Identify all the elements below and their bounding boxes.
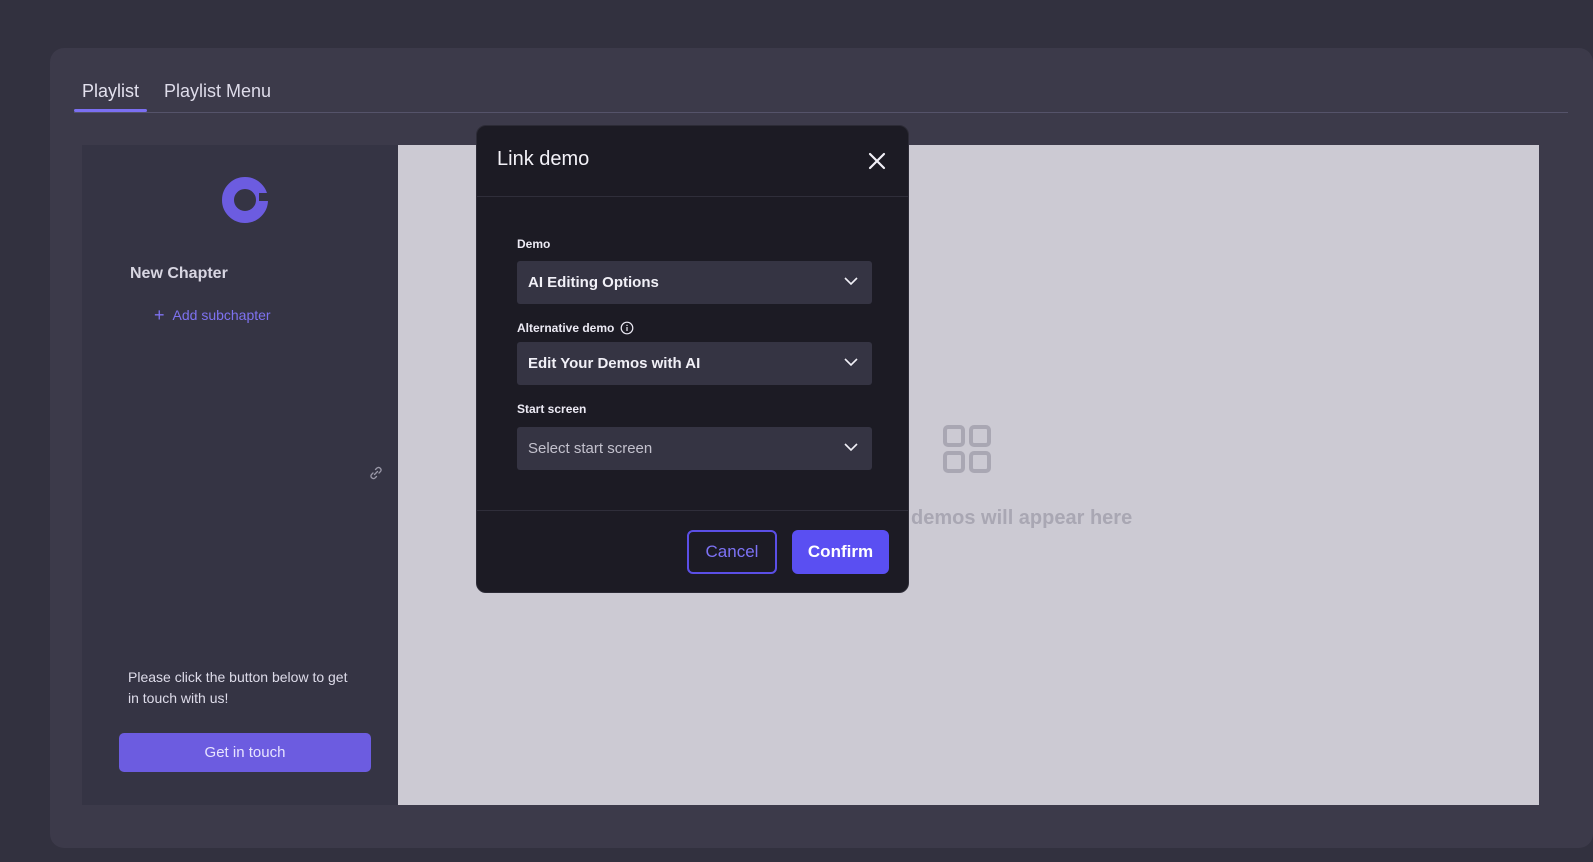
chevron-down-icon	[844, 358, 858, 367]
alt-demo-select-value: Edit Your Demos with AI	[528, 355, 701, 372]
start-screen-label-text: Start screen	[517, 402, 587, 416]
start-screen-label: Start screen	[517, 402, 586, 416]
alt-demo-label-text: Alternative demo	[517, 321, 615, 335]
tab-playlist-menu[interactable]: Playlist Menu	[164, 78, 271, 111]
plus-icon: +	[154, 305, 165, 325]
alt-demo-label: Alternative demo	[517, 321, 634, 335]
add-subchapter-label: Add subchapter	[172, 307, 271, 323]
get-in-touch-button[interactable]: Get in touch	[119, 733, 371, 772]
start-screen-placeholder: Select start screen	[528, 440, 653, 457]
add-subchapter-button[interactable]: + Add subchapter	[154, 305, 271, 325]
cancel-button[interactable]: Cancel	[687, 530, 777, 574]
help-text: Please click the button below to get in …	[128, 669, 348, 706]
ring-logo-icon	[222, 177, 269, 223]
modal-title: Link demo	[497, 148, 590, 170]
demo-label-text: Demo	[517, 237, 551, 251]
chevron-down-icon	[844, 443, 858, 452]
confirm-button[interactable]: Confirm	[792, 530, 889, 574]
info-icon[interactable]	[620, 321, 634, 335]
link-icon[interactable]	[368, 465, 384, 481]
demo-select[interactable]: AI Editing Options	[517, 261, 872, 304]
tab-bar: Playlist Playlist Menu	[73, 74, 1568, 113]
preview-placeholder-text: demos will appear here	[911, 507, 1133, 529]
demo-label: Demo	[517, 237, 550, 251]
link-demo-modal: Link demo Demo AI Editing Options Altern…	[476, 125, 909, 593]
chevron-down-icon	[844, 277, 858, 286]
tab-playlist[interactable]: Playlist	[73, 78, 148, 112]
alt-demo-select[interactable]: Edit Your Demos with AI	[517, 342, 872, 385]
playlist-sidebar: New Chapter + Add subchapter Please clic…	[82, 145, 398, 805]
modal-footer-divider	[477, 510, 908, 511]
grid-icon	[943, 425, 991, 473]
chapter-title[interactable]: New Chapter	[130, 265, 228, 283]
start-screen-select[interactable]: Select start screen	[517, 427, 872, 470]
modal-header: Link demo	[477, 126, 908, 197]
demo-select-value: AI Editing Options	[528, 274, 659, 291]
close-icon[interactable]	[866, 150, 888, 172]
